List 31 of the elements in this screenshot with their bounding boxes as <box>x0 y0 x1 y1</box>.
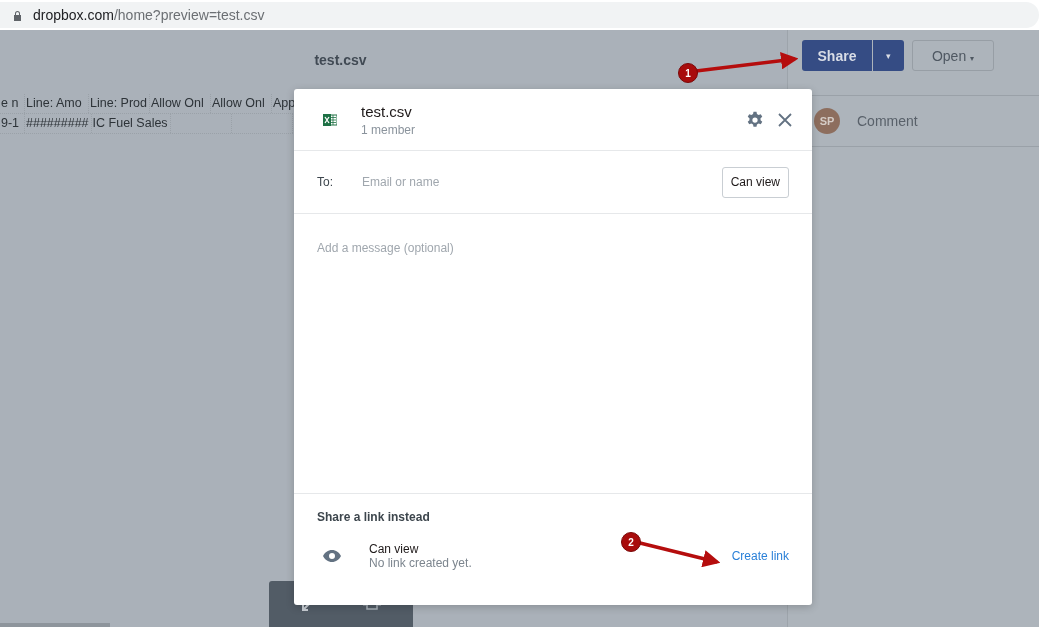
table-cell: ######### <box>25 114 92 133</box>
lock-icon <box>13 9 22 21</box>
settings-icon[interactable] <box>746 110 764 129</box>
table-cell: IC Fuel Sales <box>91 114 171 133</box>
table-cell: Allow Onl <box>150 94 211 113</box>
share-button[interactable]: Share <box>802 40 872 71</box>
link-status: No link created yet. <box>369 556 472 570</box>
table-cell: Line: Prod <box>89 94 150 113</box>
link-permission: Can view <box>369 542 419 556</box>
member-count: 1 member <box>361 122 417 137</box>
file-title: test.csv <box>314 52 367 68</box>
table-cell: 9-1 <box>0 114 25 133</box>
message-area[interactable]: Add a message (optional) <box>294 214 812 493</box>
shrink-icon[interactable] <box>301 602 311 612</box>
open-button[interactable]: Open ▾ <box>912 40 994 71</box>
close-icon[interactable] <box>778 112 792 127</box>
avatar: SP <box>814 108 840 134</box>
address-bar[interactable]: dropbox.com/home?preview=test.csv <box>0 2 1039 28</box>
create-link[interactable]: Create link <box>731 549 789 563</box>
permission-button[interactable]: Can view <box>721 166 789 198</box>
comment-field[interactable]: Comment <box>855 112 1009 130</box>
table-cell: Allow Onl <box>211 94 272 113</box>
share-menu-button[interactable]: ▾ <box>873 40 904 71</box>
section-heading: Share a link instead <box>317 510 431 524</box>
table-cell: Line: Amo <box>25 94 89 113</box>
to-label: To: <box>317 175 334 189</box>
dialog-title: test.csv <box>361 102 413 120</box>
table-cell: e n <box>0 94 25 113</box>
spreadsheet-file-icon <box>323 112 337 127</box>
url-text: dropbox.com/home?preview=test.csv <box>33 7 265 23</box>
eye-icon <box>323 550 341 562</box>
